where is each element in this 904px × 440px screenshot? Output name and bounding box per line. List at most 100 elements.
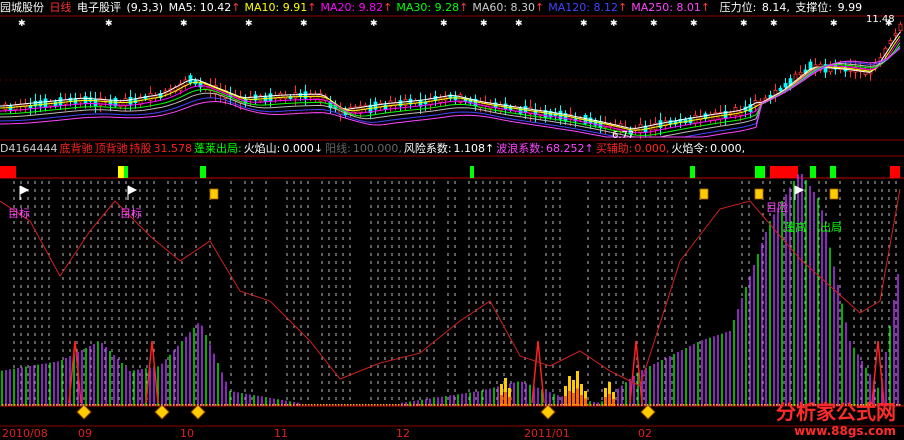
star-marker: ✱ <box>650 19 658 29</box>
baseline-dot <box>236 404 238 406</box>
star-marker: ✱ <box>770 19 778 29</box>
baseline-dot <box>287 404 289 406</box>
baseline-dot <box>221 404 223 406</box>
baseline-dot <box>338 404 340 406</box>
baseline-dot <box>542 404 544 406</box>
star-marker: ✱ <box>180 19 188 29</box>
baseline-dot <box>734 404 736 406</box>
baseline-dot <box>512 404 514 406</box>
baseline-dot <box>143 404 145 406</box>
baseline-dot <box>506 404 508 406</box>
baseline-dot <box>710 404 712 406</box>
baseline-dot <box>611 404 613 406</box>
indicator-chart[interactable]: 目标 目标 目险蓬高 出局 <box>0 141 904 439</box>
star-marker: ✱ <box>740 19 748 29</box>
baseline-dot <box>356 404 358 406</box>
baseline-dot <box>578 404 580 406</box>
star-marker: ✱ <box>370 19 378 29</box>
baseline-dot <box>635 404 637 406</box>
baseline-dot <box>458 404 460 406</box>
baseline-dot <box>362 404 364 406</box>
baseline-dot <box>89 404 91 406</box>
baseline-dot <box>470 404 472 406</box>
candle-body <box>38 100 43 107</box>
red-spike <box>68 340 82 404</box>
baseline-dot <box>77 404 79 406</box>
baseline-dot <box>629 404 631 406</box>
indicator-name[interactable]: 电子股评 <box>77 1 121 14</box>
diamond-markers <box>76 404 656 420</box>
baseline-dot <box>638 404 640 406</box>
diamond-marker <box>190 404 206 420</box>
baseline-dot <box>683 404 685 406</box>
support-label: 支撑位: <box>795 1 833 14</box>
baseline-dot <box>419 404 421 406</box>
ind-header-item-14: 买辅助: <box>595 142 633 155</box>
ind-header-item-10: 风险系数: <box>403 142 452 155</box>
baseline-dot <box>194 404 196 406</box>
ind-header-item-2: 顶背驰 <box>94 142 128 155</box>
baseline-dot <box>110 404 112 406</box>
baseline-dot <box>641 404 643 406</box>
baseline-dot <box>335 404 337 406</box>
baseline-dot <box>68 404 70 406</box>
baseline-dot <box>29 404 31 406</box>
baseline-dot <box>677 404 679 406</box>
baseline-dot <box>746 404 748 406</box>
baseline-dot <box>572 404 574 406</box>
baseline-dot <box>386 404 388 406</box>
status-block <box>755 166 765 178</box>
indicator-panel[interactable]: 目标 目标 目险 蓬高 出局 D4164444 底背驰 顶背驰 持股 31.578 蓬莱出局: 火焰… <box>0 141 904 439</box>
baseline-dot <box>899 404 901 406</box>
baseline-dot <box>5 404 7 406</box>
baseline-dot <box>623 404 625 406</box>
baseline-dot <box>701 404 703 406</box>
star-markers: ✱ ✱ ✱ ✱ ✱ ✱ ✱ ✱ ✱ ✱ ✱ ✱ ✱ ✱ ✱ ✱ ✱ <box>18 19 893 29</box>
baseline-dot <box>494 404 496 406</box>
star-marker: ✱ <box>830 19 838 29</box>
price-chart-panel[interactable]: ✱ ✱ ✱ ✱ ✱ ✱ ✱ ✱ ✱ ✱ ✱ ✱ ✱ ✱ ✱ ✱ ✱ 11.48 6.77 园城股份 日线 电子股评 … <box>0 0 904 141</box>
signal-label-0: 目标 <box>8 206 30 220</box>
status-block <box>890 166 900 178</box>
baseline-dot <box>659 404 661 406</box>
star-marker: ✱ <box>480 19 488 29</box>
baseline-dot <box>488 404 490 406</box>
baseline-dot <box>233 404 235 406</box>
ma-arrow-3: ↑ <box>459 1 469 14</box>
baseline-dot <box>308 404 310 406</box>
period-label[interactable]: 日线 <box>50 1 72 14</box>
baseline-dot <box>35 404 37 406</box>
baseline-dot <box>176 404 178 406</box>
baseline-dot <box>128 404 130 406</box>
baseline-dot <box>587 404 589 406</box>
baseline-dot <box>56 404 58 406</box>
baseline-dot <box>314 404 316 406</box>
baseline-dot <box>650 404 652 406</box>
baseline-dot <box>50 404 52 406</box>
ind-header-item-8: 阳线: <box>325 142 351 155</box>
baseline-dot <box>698 404 700 406</box>
x-tick-0: 2010/08 <box>2 427 48 440</box>
baseline-dot <box>65 404 67 406</box>
ma-item-1: MA10: 9.91↑ <box>244 1 317 14</box>
baseline-dot <box>737 404 739 406</box>
status-block <box>690 166 695 178</box>
baseline-dot <box>158 404 160 406</box>
baseline-dot <box>500 404 502 406</box>
baseline-dot <box>101 404 103 406</box>
baseline-dot <box>311 404 313 406</box>
baseline-dot <box>17 404 19 406</box>
baseline-dot <box>755 404 757 406</box>
price-chart[interactable]: ✱ ✱ ✱ ✱ ✱ ✱ ✱ ✱ ✱ ✱ ✱ ✱ ✱ ✱ ✱ ✱ ✱11.486.77 <box>0 0 904 141</box>
ma-arrow-2: ↑ <box>383 1 393 14</box>
stock-name: 园城股份 <box>0 1 44 14</box>
baseline-dot <box>164 404 166 406</box>
status-blocks <box>0 166 900 178</box>
baseline-dot <box>491 404 493 406</box>
baseline-dot <box>134 404 136 406</box>
baseline-dot <box>770 404 772 406</box>
candlesticks <box>3 21 903 139</box>
baseline-dot <box>299 404 301 406</box>
baseline-dot <box>773 404 775 406</box>
star-marker: ✱ <box>610 19 618 29</box>
